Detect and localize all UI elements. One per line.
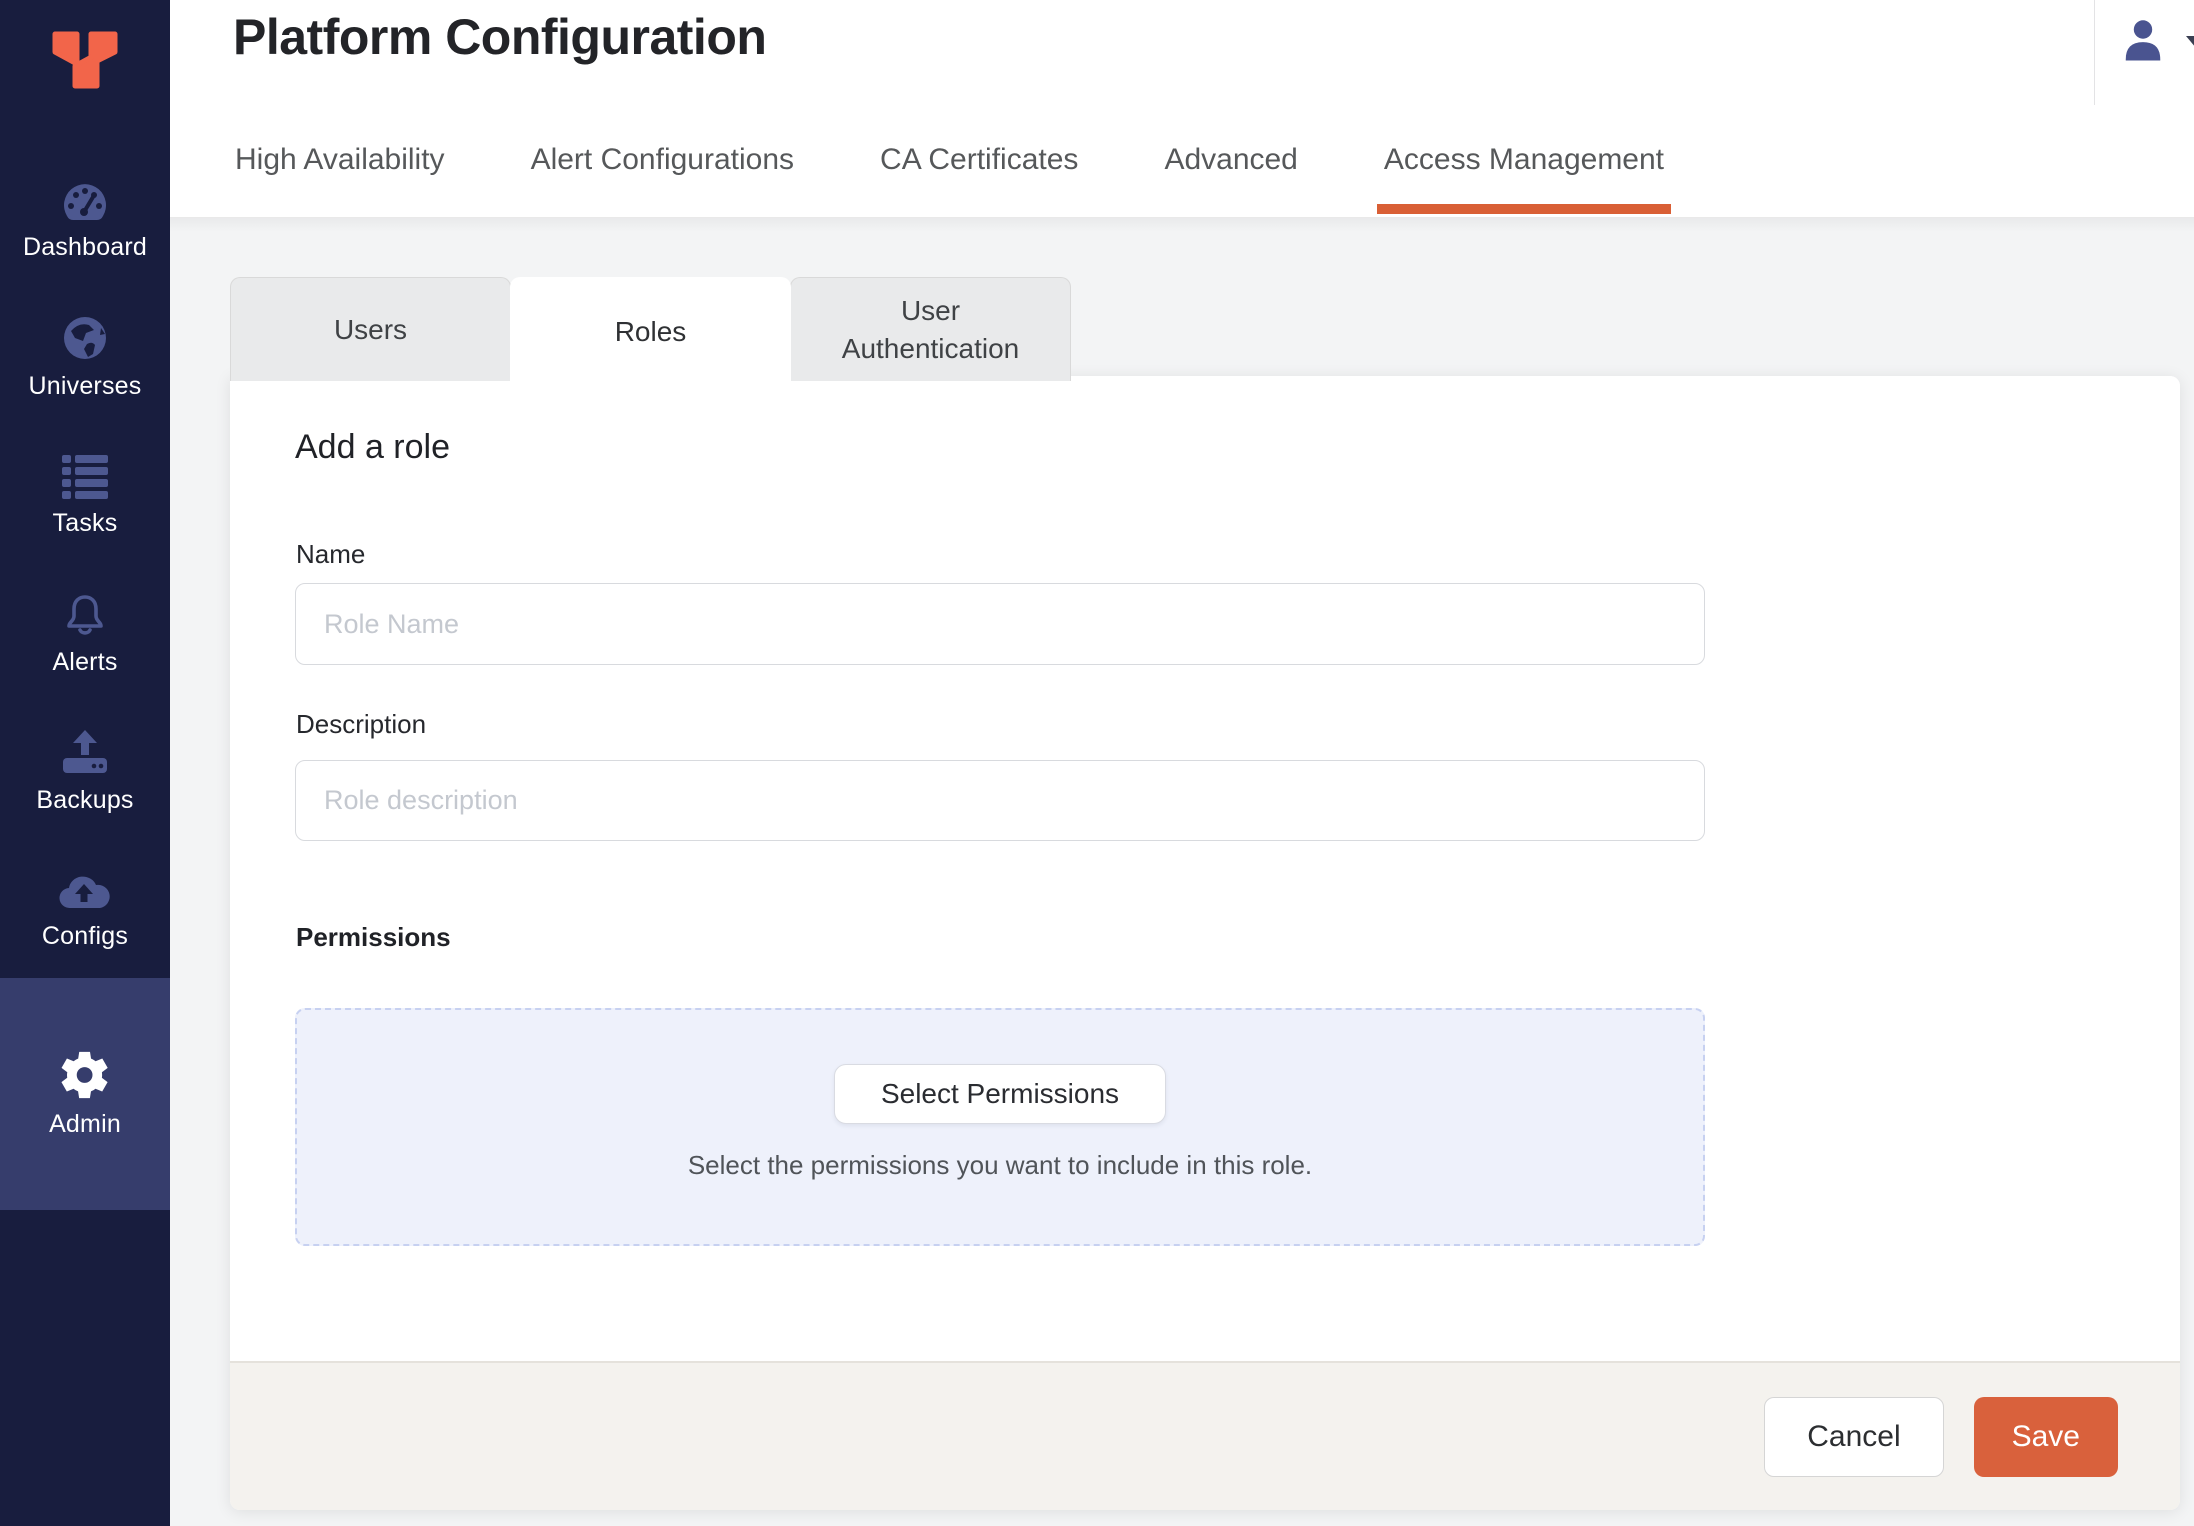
sidebar-item-tasks[interactable]: Tasks [0,426,170,564]
sidebar: Dashboard Universes [0,0,170,1526]
sidebar-item-admin[interactable]: Admin [0,978,170,1210]
role-description-input[interactable] [295,760,1705,841]
sidebar-item-dashboard[interactable]: Dashboard [0,150,170,288]
sidebar-item-backups[interactable]: Backups [0,702,170,840]
permissions-label: Permissions [296,922,451,953]
sidebar-item-label: Alerts [52,648,117,677]
sidebar-item-label: Universes [29,372,142,401]
app-root: Dashboard Universes [0,0,2194,1526]
tab-high-availability[interactable]: High Availability [235,143,445,217]
name-label: Name [296,539,365,570]
access-management-subtabs: Users Roles User Authentication [230,277,1071,387]
upload-icon [60,728,110,776]
globe-icon [61,314,109,362]
description-label: Description [296,709,426,740]
user-icon [2120,51,2166,68]
main-area: Platform Configuration High Availability… [170,0,2194,1526]
subtab-roles[interactable]: Roles [510,277,791,387]
subtab-user-authentication[interactable]: User Authentication [790,277,1071,381]
permissions-dropzone: Select Permissions Select the permission… [295,1008,1705,1246]
sidebar-filler [0,1210,170,1526]
sidebar-item-alerts[interactable]: Alerts [0,564,170,702]
subtab-users[interactable]: Users [230,277,511,381]
tab-ca-certificates[interactable]: CA Certificates [880,143,1078,217]
sidebar-item-configs[interactable]: Configs [0,840,170,978]
sidebar-item-universes[interactable]: Universes [0,288,170,426]
form-footer: Cancel Save [230,1361,2180,1510]
form-heading: Add a role [295,428,450,467]
gear-icon [60,1050,110,1100]
page-header: Platform Configuration High Availability… [170,0,2194,218]
add-role-form: Add a role Name Description Permissions … [230,376,2180,1361]
sidebar-item-label: Admin [49,1110,121,1139]
cloud-upload-icon [58,868,112,912]
tab-advanced[interactable]: Advanced [1164,143,1297,217]
bell-icon [61,590,109,638]
chevron-down-icon [2186,36,2194,48]
tab-alert-configurations[interactable]: Alert Configurations [531,143,794,217]
sidebar-item-label: Configs [42,922,128,951]
header-divider [2094,0,2095,105]
sidebar-item-label: Dashboard [23,233,147,262]
gauge-icon [60,177,110,223]
task-list-icon [60,453,110,499]
yugabyte-logo-icon [41,14,129,94]
save-button[interactable]: Save [1974,1397,2118,1477]
page-title: Platform Configuration [233,8,766,66]
permissions-helper-text: Select the permissions you want to inclu… [688,1150,1312,1181]
content-area: Users Roles User Authentication Add a ro… [170,218,2194,1526]
cancel-button[interactable]: Cancel [1764,1397,1943,1477]
yugabyte-logo[interactable] [0,0,170,150]
account-menu-button[interactable] [2120,18,2194,78]
select-permissions-button[interactable]: Select Permissions [834,1064,1166,1124]
tab-access-management[interactable]: Access Management [1384,143,1664,217]
sidebar-item-label: Tasks [53,509,118,538]
config-tabs: High Availability Alert Configurations C… [235,143,1664,217]
role-name-input[interactable] [295,583,1705,665]
sidebar-item-label: Backups [36,786,133,815]
add-role-card: Add a role Name Description Permissions … [230,376,2180,1510]
